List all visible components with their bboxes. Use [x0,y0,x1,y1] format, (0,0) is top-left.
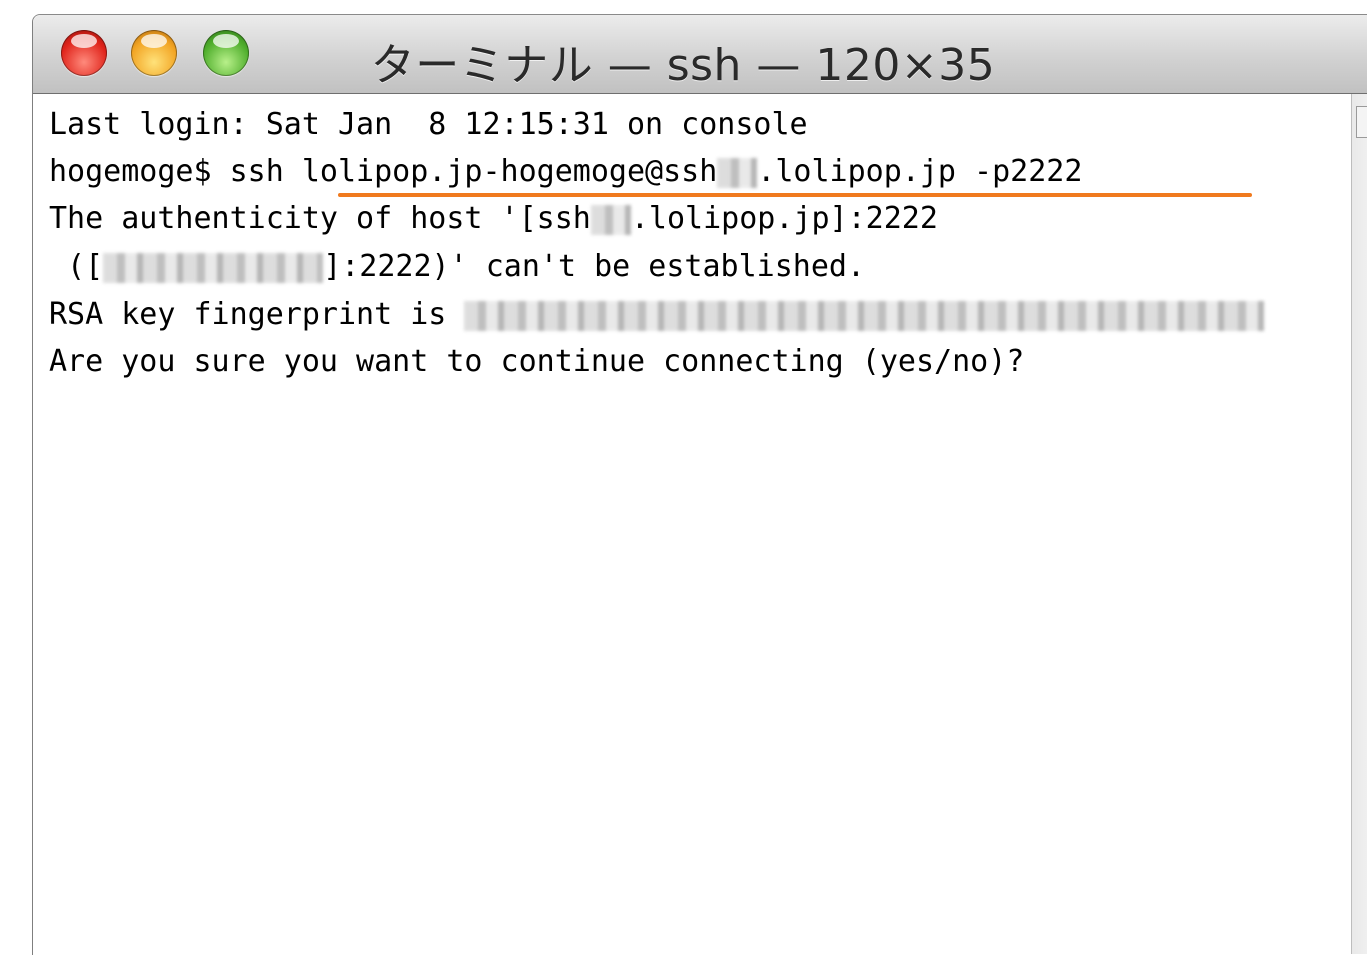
ip-text-start: ([ [49,249,104,284]
authenticity-text-start: The authenticity of host '[ssh [49,201,591,236]
terminal-output[interactable]: Last login: Sat Jan 8 12:15:31 on consol… [33,94,1351,954]
fingerprint-label: RSA key fingerprint is [49,297,465,332]
authenticity-text-end: .lolipop.jp]:2222 [630,201,938,236]
terminal-line-authenticity: The authenticity of host '[ssh .lolipop.j… [49,196,938,242]
title-bar[interactable]: ターミナル — ssh — 120×35 [33,15,1367,94]
ssh-host-port: .lolipop.jp -p2222 [757,154,1083,189]
redacted-ip-address [103,252,324,283]
terminal-line-fingerprint: RSA key fingerprint is [49,292,1265,338]
redacted-fingerprint [464,300,1265,331]
terminal-line-ssh-command: hogemoge$ ssh lolipop.jp-hogemoge@ssh .lo… [49,149,1082,195]
highlight-underline [338,193,1252,197]
ip-text-end: ]:2222)' can't be established. [323,249,866,284]
ssh-user-host: lolipop.jp-hogemoge@ssh [301,154,718,189]
scroll-thumb[interactable] [1356,106,1367,138]
terminal-line-confirm: Are you sure you want to continue connec… [49,344,1025,379]
prompt-text: hogemoge$ ssh [49,154,302,189]
redacted-host-number [717,157,758,188]
redacted-host-number [590,204,631,235]
vertical-scrollbar[interactable] [1351,94,1367,954]
terminal-line-ip: ([ ]:2222)' can't be established. [49,244,865,290]
window-title: ターミナル — ssh — 120×35 [370,40,996,91]
terminal-line-last-login: Last login: Sat Jan 8 12:15:31 on consol… [49,107,808,142]
terminal-window: ターミナル — ssh — 120×35 Last login: Sat Jan… [32,14,1367,955]
